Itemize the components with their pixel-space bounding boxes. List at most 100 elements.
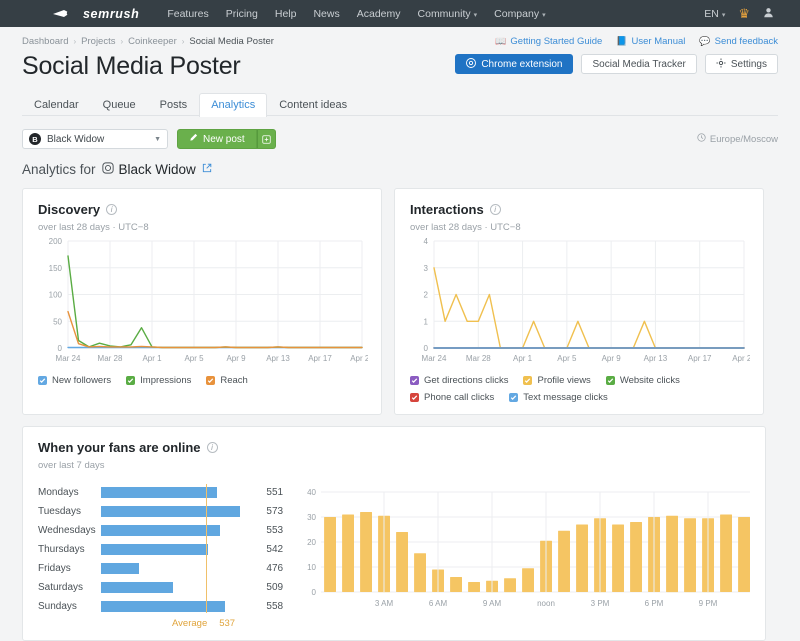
legend-item[interactable]: Text message clicks bbox=[509, 392, 608, 403]
average-marker bbox=[206, 484, 208, 613]
legend-label: Impressions bbox=[140, 375, 192, 386]
nav-item-community[interactable]: Community ▾ bbox=[418, 8, 478, 20]
weekday-label: Mondays bbox=[38, 487, 79, 498]
analytics-toolbar: B Black Widow ▼ New post Europe/Moscow bbox=[22, 129, 778, 149]
weekday-label: Sundays bbox=[38, 601, 77, 612]
weekday-label: Thursdays bbox=[38, 544, 85, 555]
fans-online-body: Mondays 551 Tuesdays 573 Wednesdays 553 Thursd… bbox=[38, 484, 750, 629]
svg-text:150: 150 bbox=[49, 264, 63, 273]
hour-bar bbox=[612, 524, 625, 592]
chrome-extension-button[interactable]: Chrome extension bbox=[455, 54, 574, 74]
chevron-down-icon: ▾ bbox=[473, 11, 478, 19]
analytics-for-heading: Analytics for Black Widow bbox=[22, 162, 778, 177]
svg-text:100: 100 bbox=[49, 291, 63, 300]
legend-checkbox[interactable] bbox=[410, 376, 419, 385]
book-icon: 📖 bbox=[495, 36, 507, 46]
legend-item[interactable]: Phone call clicks bbox=[410, 392, 494, 403]
weekday-bar-chart: Mondays 551 Tuesdays 573 Wednesdays 553 Thursd… bbox=[38, 484, 283, 629]
breadcrumb-item-coinkeeper[interactable]: Coinkeeper bbox=[128, 36, 177, 47]
send-feedback-link[interactable]: 💬 Send feedback bbox=[699, 36, 778, 47]
legend-checkbox[interactable] bbox=[509, 393, 519, 402]
weekday-value: 476 bbox=[266, 563, 284, 574]
svg-text:Mar 28: Mar 28 bbox=[98, 354, 123, 363]
svg-text:200: 200 bbox=[49, 237, 63, 246]
page-body: Dashboard › Projects › Coinkeeper › Soci… bbox=[0, 27, 800, 641]
chevron-down-icon: ▾ bbox=[542, 11, 546, 19]
weekday-bar bbox=[101, 487, 218, 498]
legend-label: Phone call clicks bbox=[424, 392, 495, 403]
settings-button[interactable]: Settings bbox=[704, 54, 778, 74]
weekday-bar-track bbox=[101, 503, 253, 520]
legend-checkbox[interactable] bbox=[523, 376, 533, 385]
legend-label: Reach bbox=[220, 375, 248, 386]
nav-item-features[interactable]: Features bbox=[167, 8, 208, 20]
legend-item[interactable]: Profile views bbox=[523, 375, 591, 386]
nav-item-pricing[interactable]: Pricing bbox=[226, 8, 258, 20]
info-icon[interactable]: i bbox=[489, 204, 501, 215]
interactions-panel: Interactions i over last 28 days · UTC−8… bbox=[394, 188, 764, 415]
weekday-value: 558 bbox=[266, 601, 284, 612]
tab-posts[interactable]: Posts bbox=[148, 93, 200, 117]
timezone-indicator[interactable]: Europe/Moscow bbox=[697, 133, 778, 145]
svg-text:Apr 9: Apr 9 bbox=[226, 354, 246, 363]
legend-checkbox[interactable] bbox=[38, 376, 47, 385]
nav-item-company[interactable]: Company ▾ bbox=[494, 8, 545, 20]
info-icon[interactable]: i bbox=[106, 204, 118, 215]
breadcrumb-item-dashboard[interactable]: Dashboard bbox=[22, 36, 68, 47]
average-label: Average bbox=[172, 618, 208, 629]
nav-item-help[interactable]: Help bbox=[275, 8, 297, 20]
manual-icon: 📘 bbox=[616, 36, 628, 46]
legend-item[interactable]: Impressions bbox=[126, 375, 191, 386]
weekday-bar-track bbox=[101, 560, 253, 577]
svg-text:Mar 24: Mar 24 bbox=[56, 354, 81, 363]
svg-text:30: 30 bbox=[307, 513, 316, 522]
nav-item-news[interactable]: News bbox=[313, 8, 339, 20]
external-link-icon[interactable] bbox=[202, 163, 212, 176]
profile-select[interactable]: B Black Widow ▼ bbox=[22, 129, 168, 149]
svg-text:50: 50 bbox=[53, 317, 62, 326]
info-icon[interactable]: i bbox=[206, 442, 218, 453]
discovery-legend: New followers Impressions Reach bbox=[38, 375, 366, 386]
crown-icon[interactable]: ♛ bbox=[738, 7, 750, 20]
svg-text:Apr 5: Apr 5 bbox=[184, 354, 204, 363]
new-post-options-button[interactable] bbox=[256, 129, 276, 149]
hour-bar bbox=[504, 578, 517, 593]
hourly-bar-chart: 0 10 20 30 40 3 AM 6 AM 9 AM noon 3 PM 6 PM 9 PM bbox=[307, 488, 750, 608]
user-avatar-icon[interactable] bbox=[763, 7, 774, 20]
series-line bbox=[67, 255, 363, 349]
getting-started-guide-link[interactable]: 📖 Getting Started Guide bbox=[495, 36, 602, 47]
legend-checkbox[interactable] bbox=[410, 393, 419, 402]
semrush-logo[interactable]: semrush bbox=[12, 7, 139, 21]
svg-text:10: 10 bbox=[307, 563, 316, 572]
svg-text:Apr 17: Apr 17 bbox=[688, 354, 712, 363]
legend-label: Website clicks bbox=[619, 375, 680, 386]
tab-queue[interactable]: Queue bbox=[91, 93, 148, 117]
user-manual-link[interactable]: 📘 User Manual bbox=[616, 36, 685, 47]
tab-content-ideas[interactable]: Content ideas bbox=[267, 93, 359, 117]
new-post-button[interactable]: New post bbox=[177, 129, 257, 149]
svg-text:0: 0 bbox=[58, 344, 63, 353]
hour-bar bbox=[630, 522, 643, 592]
svg-text:Apr 5: Apr 5 bbox=[557, 354, 577, 363]
top-nav-links: Features Pricing Help News Academy Commu… bbox=[167, 8, 545, 20]
tab-analytics[interactable]: Analytics bbox=[199, 93, 268, 117]
language-selector[interactable]: EN ▾ bbox=[704, 8, 725, 20]
breadcrumb-item-projects[interactable]: Projects bbox=[81, 36, 115, 47]
legend-item[interactable]: New followers bbox=[38, 375, 111, 386]
discovery-panel: Discovery i over last 28 days · UTC−8 0 5… bbox=[22, 188, 382, 415]
legend-item[interactable]: Website clicks bbox=[605, 375, 680, 386]
hour-bar bbox=[522, 568, 535, 593]
social-media-tracker-button[interactable]: Social Media Tracker bbox=[581, 54, 697, 74]
tab-calendar[interactable]: Calendar bbox=[22, 93, 91, 117]
svg-text:Apr 21: Apr 21 bbox=[350, 354, 368, 363]
legend-item[interactable]: Get directions clicks bbox=[410, 375, 508, 386]
nav-item-academy[interactable]: Academy bbox=[357, 8, 401, 20]
weekday-bar bbox=[101, 563, 139, 574]
legend-checkbox[interactable] bbox=[206, 376, 216, 385]
legend-checkbox[interactable] bbox=[605, 376, 615, 385]
svg-text:Apr 13: Apr 13 bbox=[644, 354, 668, 363]
legend-checkbox[interactable] bbox=[126, 376, 136, 385]
legend-item[interactable]: Reach bbox=[206, 375, 248, 386]
weekday-value: 509 bbox=[266, 582, 284, 593]
fans-online-panel: When your fans are online i over last 7 … bbox=[22, 426, 766, 641]
